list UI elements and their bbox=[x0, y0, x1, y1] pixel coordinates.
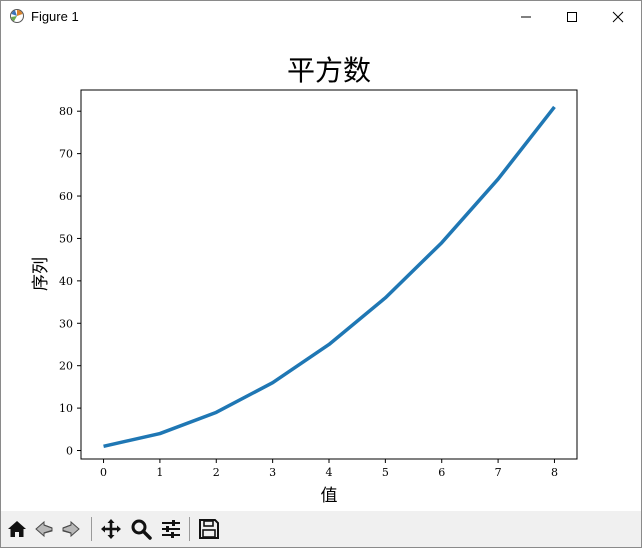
configure-subplots-icon bbox=[162, 520, 180, 538]
toolbar-separator bbox=[189, 517, 190, 541]
y-tick-label: 30 bbox=[59, 317, 73, 330]
x-tick-label: 6 bbox=[438, 466, 445, 479]
y-tick-label: 70 bbox=[59, 148, 73, 161]
x-tick-label: 7 bbox=[495, 466, 502, 479]
close-icon bbox=[612, 11, 624, 22]
y-tick-label: 40 bbox=[59, 275, 73, 288]
axes-frame bbox=[80, 89, 578, 460]
x-tick-label: 2 bbox=[213, 466, 220, 479]
configure-subplots-button[interactable] bbox=[159, 517, 183, 541]
navigation-toolbar bbox=[1, 511, 641, 547]
home-icon bbox=[8, 521, 26, 537]
home-button[interactable] bbox=[5, 517, 29, 541]
pan-button[interactable] bbox=[99, 517, 123, 541]
figure-window: Figure 1 平方数 0 1 2 3 4 5 6 7 8 0 10 20 30 40 50 60 70 80… bbox=[0, 0, 642, 548]
title-bar[interactable]: Figure 1 bbox=[1, 1, 641, 32]
close-button[interactable] bbox=[595, 1, 641, 32]
zoom-icon bbox=[131, 519, 152, 540]
figure-canvas[interactable]: 平方数 0 1 2 3 4 5 6 7 8 0 10 20 30 40 50 60 70 80 值 序列 bbox=[1, 32, 641, 511]
matplotlib-app-icon bbox=[10, 9, 24, 23]
zoom-button[interactable] bbox=[129, 517, 153, 541]
window-title: Figure 1 bbox=[31, 9, 79, 24]
back-button[interactable] bbox=[32, 517, 56, 541]
y-tick-label: 80 bbox=[59, 105, 73, 118]
x-tick-label: 8 bbox=[551, 466, 558, 479]
toolbar-separator bbox=[91, 517, 92, 541]
y-tick-label: 20 bbox=[59, 360, 73, 373]
x-axis-ticks: 0 1 2 3 4 5 6 7 8 bbox=[100, 459, 558, 479]
maximize-button[interactable] bbox=[549, 1, 595, 32]
x-tick-label: 0 bbox=[100, 466, 107, 479]
x-tick-label: 1 bbox=[156, 466, 163, 479]
x-axis-label: 值 bbox=[321, 486, 338, 506]
chart-title: 平方数 bbox=[287, 54, 371, 87]
minimize-button[interactable] bbox=[503, 1, 549, 32]
y-tick-label: 60 bbox=[59, 190, 73, 203]
y-tick-label: 0 bbox=[66, 445, 73, 458]
x-tick-label: 3 bbox=[269, 466, 276, 479]
back-icon bbox=[35, 520, 53, 538]
pan-icon bbox=[101, 519, 121, 539]
y-axis-label: 序列 bbox=[31, 257, 51, 291]
x-tick-label: 5 bbox=[382, 466, 389, 479]
y-tick-label: 10 bbox=[59, 402, 73, 415]
maximize-icon bbox=[567, 11, 577, 22]
y-axis-ticks: 0 10 20 30 40 50 60 70 80 bbox=[59, 105, 81, 458]
forward-button[interactable] bbox=[59, 517, 83, 541]
forward-icon bbox=[62, 520, 80, 538]
y-tick-label: 50 bbox=[59, 232, 73, 245]
save-icon bbox=[199, 519, 219, 539]
minimize-icon bbox=[521, 16, 531, 17]
save-button[interactable] bbox=[197, 517, 221, 541]
x-tick-label: 4 bbox=[326, 466, 333, 479]
